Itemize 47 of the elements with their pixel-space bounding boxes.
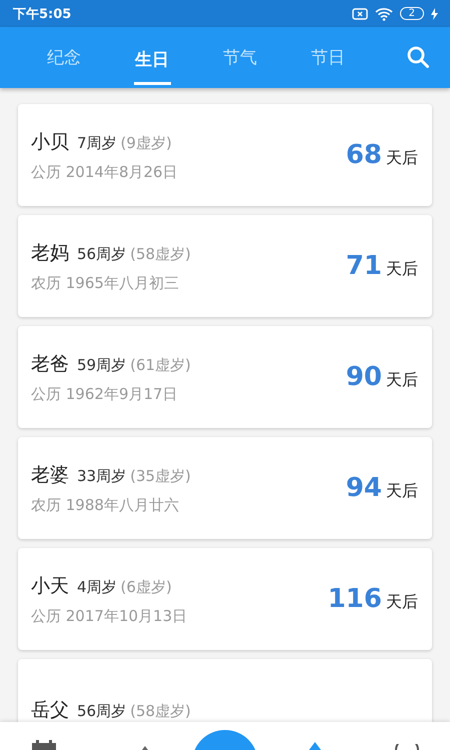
birthday-card[interactable]: 老妈 56周岁 (58虚岁) 农历 1965年八月初三 71 天后: [18, 215, 432, 317]
person-name: 小天: [31, 574, 69, 598]
lunar-age-text: (35虚岁): [130, 466, 191, 486]
lunar-age-text: (58虚岁): [130, 244, 191, 264]
days-count: 68: [346, 140, 382, 170]
birth-date: 农历 1988年八月廿六: [31, 496, 180, 514]
person-name: 小贝: [31, 130, 69, 154]
person-name: 老爸: [31, 352, 69, 376]
person-name: 岳父: [31, 698, 69, 722]
days-count: 90: [346, 362, 382, 392]
age-text: 59周岁: [77, 356, 126, 374]
person-name: 老婆: [31, 462, 69, 488]
wifi-icon: [374, 6, 393, 20]
status-time: 下午5:05: [13, 6, 72, 22]
age-text: 56周岁: [77, 702, 126, 721]
birth-date: 农历 1965年八月初三: [31, 274, 180, 292]
lunar-age-text: (61虚岁): [130, 356, 191, 374]
battery-badge: 2: [400, 7, 424, 20]
birthday-card[interactable]: 小天 4周岁 (6虚岁) 公历 2017年10月13日 116 天后: [18, 548, 432, 650]
lunar-age-text: (6虚岁): [120, 578, 172, 596]
days-count: 94: [346, 473, 382, 503]
charging-icon: [431, 8, 438, 20]
person-name: 老妈: [31, 240, 69, 266]
days-count: 71: [346, 251, 382, 281]
birth-date: 公历 1962年9月17日: [31, 384, 179, 404]
days-count: 116: [328, 584, 382, 614]
age-text: 56周岁: [77, 244, 126, 264]
age-text: 33周岁: [77, 466, 126, 486]
triangle-icon[interactable]: [309, 742, 321, 750]
sim-card-icon: [352, 8, 368, 20]
days-unit: 天后: [386, 259, 418, 280]
age-text: 7周岁: [77, 134, 117, 152]
search-icon[interactable]: [406, 45, 430, 69]
days-unit: 天后: [386, 370, 418, 391]
birth-date: 公历 2017年10月13日: [31, 606, 188, 626]
lunar-age-text: (58虚岁): [130, 702, 191, 721]
days-unit: 天后: [386, 481, 418, 502]
birth-date: 公历 2014年8月26日: [31, 162, 178, 182]
days-unit: 天后: [386, 592, 418, 613]
lunar-age-text: (9虚岁): [120, 134, 172, 152]
birthday-card[interactable]: 老婆 33周岁 (35虚岁) 农历 1988年八月廿六 94 天后: [18, 437, 432, 539]
birthday-card[interactable]: 岳父 56周岁 (58虚岁): [18, 659, 432, 722]
calendar-icon[interactable]: [31, 740, 57, 750]
age-text: 4周岁: [77, 578, 117, 596]
days-unit: 天后: [386, 148, 418, 169]
birthday-card[interactable]: 老爸 59周岁 (61虚岁) 公历 1962年9月17日 90 天后: [18, 326, 432, 428]
birthday-card[interactable]: 小贝 7周岁 (9虚岁) 公历 2014年8月26日 68 天后: [18, 104, 432, 206]
